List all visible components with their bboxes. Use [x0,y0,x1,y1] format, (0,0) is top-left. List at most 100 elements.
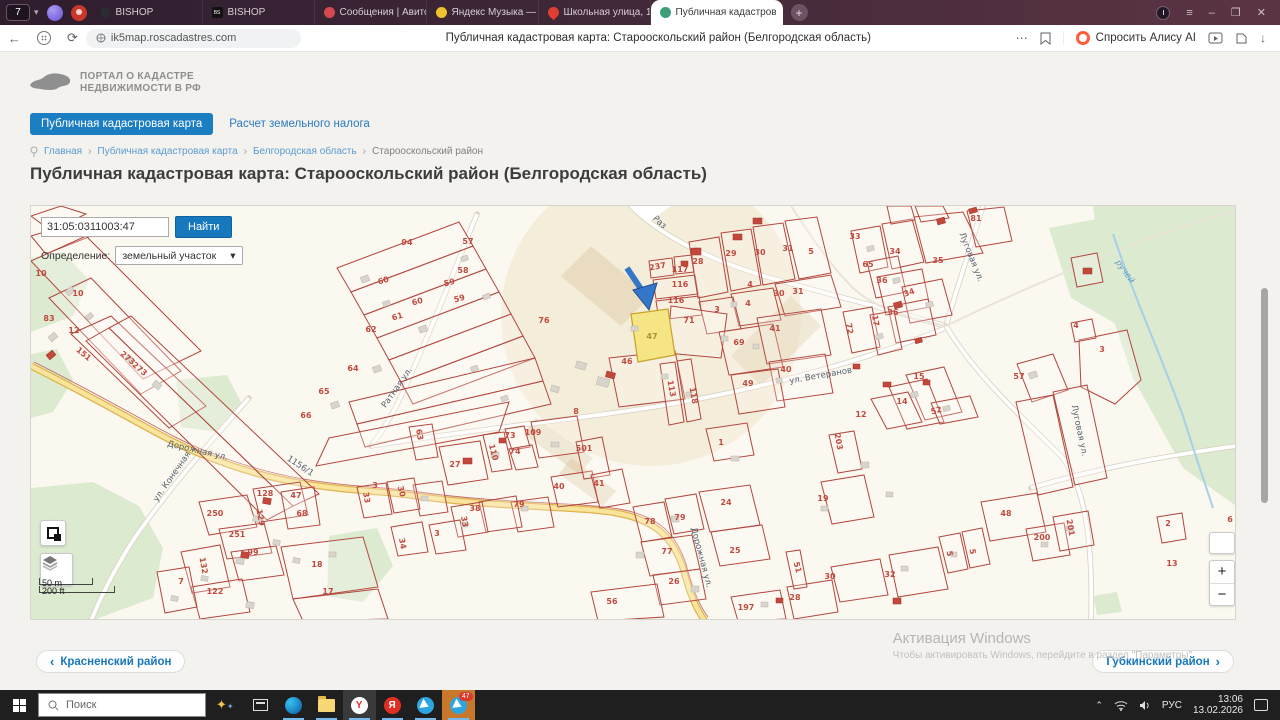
map-canvas[interactable]: 1010831215127327394575859596060616264656… [31,206,1236,620]
extent-button[interactable] [40,520,66,546]
tab-yandex-music[interactable]: Яндекс Музыка — собир [427,0,539,25]
breadcrumb: Главная› Публичная кадастровая карта› Бе… [30,146,483,157]
minimize-button[interactable]: – [1209,7,1215,19]
tab-cadastre-active[interactable]: Публичная кадастров✕ [651,0,783,25]
building-registered [853,364,860,369]
russia-map-logo-icon [28,69,72,97]
zoom-out-button[interactable]: − [1210,584,1234,606]
building [631,326,638,331]
parcel-number-label: 15 [913,372,925,381]
downloads-icon[interactable]: ↓ [1260,31,1266,45]
yandex-app-taskbar-icon[interactable]: Я [376,690,409,720]
close-button[interactable]: ✕ [1257,6,1266,19]
yandex-browser-taskbar-icon[interactable]: Y [343,690,376,720]
video-popup-icon[interactable] [1208,32,1223,45]
map-home-button[interactable] [1209,532,1235,554]
map-pin-favicon [545,5,561,21]
parcel[interactable] [821,475,874,524]
task-view-button[interactable] [244,690,277,720]
nav-public-map-tab[interactable]: Публичная кадастровая карта [30,113,213,135]
parcel[interactable] [391,522,428,556]
parcel-number-label: 72 [844,322,855,335]
telegram-active-taskbar-icon[interactable]: 47 [442,690,475,720]
parcel-number-label: 68 [296,509,308,518]
page-title: Публичная кадастровая карта: Староосколь… [30,164,707,184]
action-center-icon[interactable] [1254,699,1268,711]
edge-taskbar-icon[interactable] [277,690,310,720]
parcel[interactable] [699,485,760,532]
crumb-home[interactable]: Главная [44,146,82,157]
cadastral-number-input[interactable] [41,217,169,237]
parcel-number-label: 36 [887,308,899,317]
parcel-number-label: 3 [1099,345,1105,354]
tab-list-chevron-icon[interactable]: ▾ [34,7,39,18]
tab-avito[interactable]: Сообщения | Авито [315,0,427,25]
wifi-icon[interactable] [1114,700,1128,711]
cadastral-map[interactable]: 1010831215127327394575859596060616264656… [30,205,1236,620]
tableau-icon[interactable] [37,31,51,45]
building [293,557,301,563]
parcel-number-label: 79 [513,500,525,509]
bookmark-icon[interactable] [1040,32,1051,45]
parcel-number-label: 33 [459,515,470,528]
parcel-number-label: 76 [538,316,550,325]
parcel[interactable] [706,423,754,461]
parcel-number-label: 3 [434,529,440,538]
tab-bishop-1[interactable]: BISHOP [91,0,203,25]
parcel[interactable] [109,316,319,506]
parcel-number-label: 74 [509,447,521,456]
volume-icon[interactable] [1139,700,1151,711]
parcel-number-label: 47 [290,491,301,500]
back-icon[interactable]: ← [8,31,21,46]
nav-land-tax-link[interactable]: Расчет земельного налога [229,118,370,130]
taskbar-clock[interactable]: 13:06 13.02.2026 [1193,694,1243,716]
language-indicator[interactable]: РУС [1162,700,1182,711]
parcel-number-label: 116 [672,280,689,289]
url-field[interactable]: ik5map.roscadastres.com [86,29,301,48]
parcel[interactable] [591,584,664,620]
collections-icon[interactable] [1235,32,1248,45]
building [201,575,209,581]
limited-mode-icon[interactable] [1156,6,1170,20]
more-icon[interactable]: ⋯ [1016,31,1028,45]
new-tab-button[interactable]: + [791,4,808,21]
parcel-number-label: 62 [365,325,376,334]
find-button[interactable]: Найти [175,216,232,238]
reload-icon[interactable]: ⟳ [67,30,78,46]
tab-maps[interactable]: Школьная улица, 1 — Ян [539,0,651,25]
building [761,602,768,607]
parcel[interactable] [831,559,888,602]
parcel-number-label: 17 [322,587,333,596]
tab-bishop-2[interactable]: BSBISHOP [203,0,315,25]
tray-expand-icon[interactable]: ⌃ [1095,700,1103,711]
parcel-number-label: 30 [754,248,766,257]
start-button[interactable] [0,690,38,720]
alice-orb-icon[interactable] [47,5,63,21]
parcel-number-label: 49 [742,379,754,388]
parcel-number-label: 30 [824,572,836,581]
object-type-select[interactable]: земельный участок ▾ [115,246,242,265]
notification-bell-icon[interactable] [71,5,87,21]
parcel-number-label: 71 [683,316,695,325]
crumb-region[interactable]: Белгородская область [253,146,357,157]
ask-alice-button[interactable]: Спросить Алису AI [1063,31,1196,45]
site-logo[interactable]: ПОРТАЛ О КАДАСТРЕ НЕДВИЖИМОСТИ В РФ [28,69,201,97]
parcel[interactable] [731,369,785,414]
tab-close-icon[interactable]: ✕ [782,7,783,18]
taskbar-search[interactable]: Поиск [38,693,206,717]
chevron-left-icon: ‹ [50,654,54,669]
restore-button[interactable]: ❒ [1231,6,1241,19]
search-highlights-icon[interactable]: ✦✦ [216,697,234,713]
parcel[interactable] [1157,513,1186,543]
telegram-taskbar-icon[interactable] [409,690,442,720]
browser-menu-icon[interactable]: ≡ [1186,7,1192,19]
parcel-number-label: 48 [1000,509,1012,518]
tab-counter[interactable]: 7 [6,4,30,21]
zoom-in-button[interactable]: + [1210,561,1234,584]
page-scrollbar[interactable] [1261,288,1268,503]
crumb-map[interactable]: Публичная кадастровая карта [97,146,237,157]
file-explorer-taskbar-icon[interactable] [310,690,343,720]
parcel-number-label: 27 [449,460,460,469]
prev-district-link[interactable]: ‹ Красненский район [36,650,185,673]
parcel[interactable] [889,547,948,597]
